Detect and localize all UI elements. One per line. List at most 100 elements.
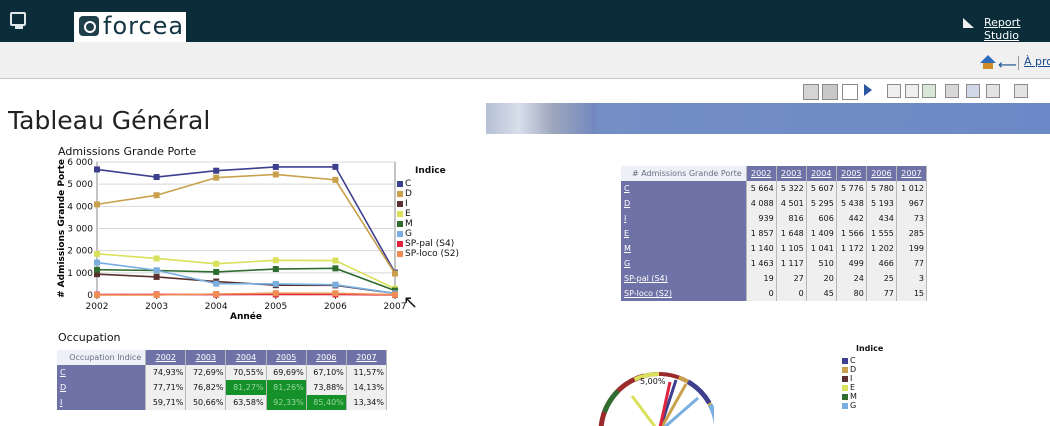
row-label-link[interactable]: D (57, 380, 147, 395)
x-tick-label: 2005 (264, 302, 287, 312)
table-cell: 63,58% (225, 395, 267, 410)
row-label-link[interactable]: D (621, 196, 747, 211)
admissions-legend-title: Indice (415, 166, 446, 176)
table-cell: 76,82% (185, 380, 227, 395)
series-point (153, 292, 160, 298)
legend-label: M (405, 219, 413, 229)
series-point (153, 192, 160, 199)
series-point (332, 290, 339, 297)
row-label-link[interactable]: C (621, 181, 747, 196)
pie-segment (707, 403, 714, 426)
table-cell: 13,34% (346, 395, 388, 410)
legend-item: E (397, 209, 459, 219)
table-icon[interactable] (986, 84, 1000, 98)
legend-swatch (397, 250, 403, 257)
row-label-link[interactable]: SP-loco (S2) (621, 286, 747, 301)
series-point (332, 281, 339, 288)
table-cell: 73 (896, 211, 928, 226)
pie-legend-title: Indice (856, 344, 884, 353)
legend-item: M (397, 219, 459, 229)
row-label-link[interactable]: I (621, 211, 747, 226)
run-icon[interactable] (864, 84, 872, 96)
home-icon[interactable] (980, 55, 996, 69)
row-label-link[interactable]: E (621, 226, 747, 241)
pie-legend-label: G (850, 401, 857, 410)
year-column-header[interactable]: 2006 (306, 350, 347, 365)
table-cell: 67,10% (306, 365, 347, 380)
row-label-link[interactable]: I (57, 395, 147, 410)
series-point (392, 270, 398, 277)
table-cell: 1 463 (746, 256, 777, 271)
series-point (213, 291, 220, 298)
legend-swatch (397, 190, 403, 197)
table-cell: 1 172 (836, 241, 867, 256)
y-tick-label: 1 000 (67, 269, 93, 279)
legend-item: I (397, 199, 459, 209)
year-column-header[interactable]: 2004 (225, 350, 267, 365)
table-cell: 80 (836, 286, 867, 301)
about-link[interactable]: À propos d (1024, 55, 1050, 68)
series-point (213, 268, 220, 275)
pie-legend-swatch (842, 357, 848, 364)
table-row: SP-pal (S4) 19 27 20 24 25 3 (621, 271, 928, 286)
table-cell: 1 648 (776, 226, 807, 241)
banner-photo (486, 103, 596, 134)
row-label-link[interactable]: C (57, 365, 147, 380)
table-cell: 11,57% (346, 365, 388, 380)
table-cell: 1 555 (866, 226, 897, 241)
year-column-header[interactable]: 2006 (866, 166, 897, 181)
table-cell: 606 (806, 211, 837, 226)
row-label-link[interactable]: SP-pal (S4) (621, 271, 747, 286)
year-column-header[interactable]: 2005 (836, 166, 867, 181)
table-cell: 1 409 (806, 226, 837, 241)
row-label-link[interactable]: G (621, 256, 747, 271)
legend-item: G (397, 229, 459, 239)
back-arrow-icon[interactable]: ⟵ (998, 58, 1017, 73)
series-point (94, 292, 100, 298)
year-column-header[interactable]: 2007 (896, 166, 928, 181)
drill-up-icon[interactable] (905, 84, 919, 98)
series-point (213, 174, 220, 181)
series-point (94, 201, 100, 208)
drill-down-icon[interactable] (887, 84, 901, 98)
table-cell: 77 (866, 286, 897, 301)
x-tick-label: 2002 (86, 302, 109, 312)
table-cell: 4 088 (746, 196, 777, 211)
legend-label: G (405, 229, 412, 239)
x-tick-label: 2003 (145, 302, 168, 312)
email-icon[interactable] (842, 84, 858, 100)
y-tick-label: 5 000 (67, 180, 93, 190)
x-axis-label: Année (230, 311, 262, 322)
year-column-header[interactable]: 2002 (145, 350, 187, 365)
year-column-header[interactable]: 2005 (266, 350, 307, 365)
table-cell: 25 (866, 271, 897, 286)
y-tick-label: 2 000 (67, 247, 93, 257)
table-cell: 0 (746, 286, 777, 301)
year-column-header[interactable]: 2003 (185, 350, 227, 365)
report-studio-icon[interactable] (963, 18, 974, 28)
year-column-header[interactable]: 2003 (776, 166, 807, 181)
report-studio-link[interactable]: Report Studio (984, 16, 1050, 42)
occupation-header-label: Occupation Indice (57, 350, 147, 365)
year-column-header[interactable]: 2007 (346, 350, 388, 365)
pie-legend-label: I (850, 374, 853, 383)
legend-item: C (397, 179, 459, 189)
year-column-header[interactable]: 2002 (746, 166, 777, 181)
pie-label: 5,00% (640, 377, 666, 386)
layout-icon[interactable] (966, 84, 980, 98)
format-icon[interactable] (945, 84, 959, 98)
window-icon[interactable] (10, 12, 26, 29)
view-options-icon[interactable] (922, 84, 936, 98)
series-point (332, 176, 339, 183)
year-column-header[interactable]: 2004 (806, 166, 837, 181)
brand-logo: forcea (74, 12, 186, 42)
highlighted-cell: 85,40% (306, 395, 347, 410)
legend-label: SP-pal (S4) (405, 239, 455, 249)
save-icon[interactable] (803, 84, 819, 100)
table-cell: 967 (896, 196, 928, 211)
row-label-link[interactable]: M (621, 241, 747, 256)
series-point (213, 260, 220, 267)
pie-legend-item: D (842, 365, 883, 374)
chart-icon[interactable] (1014, 84, 1028, 98)
save-as-icon[interactable] (822, 84, 838, 100)
